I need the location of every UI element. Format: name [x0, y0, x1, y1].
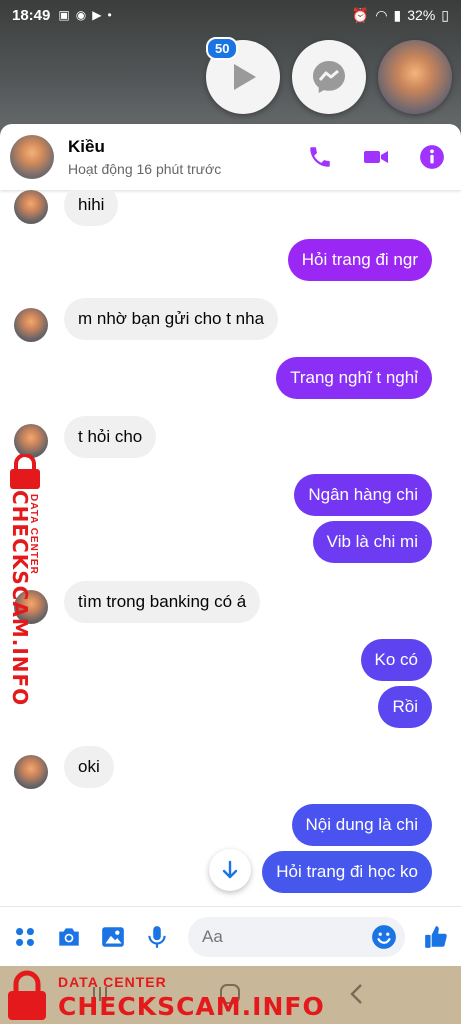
messenger-notification-icon: ◉	[75, 8, 87, 22]
emoji-button[interactable]	[371, 924, 397, 950]
outgoing-message[interactable]: Nội dung là chi	[291, 804, 432, 846]
status-bar: 18:49 ▣ ◉ ▶ • ⏰ ◠ ▮ 32% ▯	[0, 0, 461, 30]
incoming-message[interactable]: oki	[64, 746, 114, 788]
unread-badge: 50	[206, 37, 239, 60]
smiley-icon	[372, 924, 396, 949]
image-icon	[102, 926, 124, 947]
sender-avatar	[14, 190, 48, 224]
contact-status: Hoạt động 16 phút trước	[68, 161, 222, 177]
contact-avatar[interactable]	[10, 135, 54, 179]
camera-icon	[59, 927, 79, 946]
message-input-box	[188, 916, 405, 957]
lock-icon	[8, 970, 46, 1020]
more-notifications-icon: •	[107, 8, 112, 22]
four-dots-icon	[16, 927, 34, 946]
play-icon	[234, 64, 256, 90]
back-button[interactable]	[346, 982, 368, 1011]
more-actions-button[interactable]	[12, 924, 38, 950]
composer-bar	[0, 906, 461, 966]
status-time: 18:49	[12, 6, 51, 24]
wifi-icon: ◠	[375, 6, 388, 23]
sender-avatar	[14, 308, 48, 342]
outgoing-message[interactable]: Ko có	[360, 639, 432, 681]
outgoing-message[interactable]: Hỏi trang đi học ko	[262, 851, 432, 893]
battery-icon: ▯	[441, 6, 449, 23]
info-button[interactable]	[419, 144, 445, 170]
outgoing-message[interactable]: Vib là chi mi	[312, 521, 432, 563]
phone-icon	[310, 147, 330, 167]
gallery-notification-icon: ▣	[58, 8, 70, 22]
youtube-notification-icon: ▶	[92, 8, 102, 22]
outgoing-message[interactable]: Hỏi trang đi ngr	[287, 239, 432, 281]
conversation-header: Kiều Hoạt động 16 phút trước	[0, 124, 461, 190]
thumbs-up-icon	[425, 925, 447, 948]
outgoing-message[interactable]: Trang nghĩ t nghỉ	[276, 357, 432, 399]
video-call-button[interactable]	[363, 144, 389, 170]
contact-chat-head[interactable]	[378, 40, 452, 114]
incoming-message[interactable]: hihi	[64, 190, 119, 226]
watermark-bottom-title: CHECKSCAM.INFO	[58, 992, 325, 1021]
incoming-message[interactable]: t hỏi cho	[64, 416, 157, 458]
battery-percent: 32%	[407, 7, 436, 23]
watermark-bottom: DATA CENTER CHECKSCAM.INFO	[0, 966, 324, 1024]
like-button[interactable]	[423, 924, 449, 950]
watermark-bottom-subtitle: DATA CENTER	[58, 974, 167, 990]
watermark-side-subtitle: DATA CENTER	[28, 494, 39, 575]
messenger-icon	[313, 61, 345, 93]
incoming-message[interactable]: tìm trong banking có á	[64, 581, 261, 623]
video-camera-icon	[364, 151, 388, 163]
gallery-button[interactable]	[100, 924, 126, 950]
message-input[interactable]	[202, 926, 371, 947]
info-icon	[420, 145, 444, 169]
alarm-icon: ⏰	[351, 6, 370, 23]
microphone-icon	[148, 925, 166, 948]
incoming-message[interactable]: m nhờ bạn gửi cho t nha	[64, 298, 279, 340]
back-chevron-icon	[350, 984, 362, 1004]
messenger-chat-head[interactable]	[292, 40, 366, 114]
arrow-down-icon	[222, 860, 238, 879]
sender-avatar	[14, 755, 48, 789]
signal-icon: ▮	[393, 6, 402, 23]
voice-record-button[interactable]	[144, 924, 170, 950]
message-thread[interactable]: hihi Hỏi trang đi ngr m nhờ bạn gửi cho …	[0, 190, 461, 906]
watermark-side: CHECKSCAM.INFO DATA CENTER	[0, 450, 48, 706]
contact-name[interactable]: Kiều	[68, 137, 221, 157]
camera-button[interactable]	[56, 924, 82, 950]
scroll-to-bottom-button[interactable]	[209, 849, 251, 891]
voice-call-button[interactable]	[307, 144, 333, 170]
lock-icon	[10, 453, 40, 489]
outgoing-message[interactable]: Ngân hàng chi	[294, 474, 432, 516]
outgoing-message[interactable]: Rồi	[378, 686, 432, 728]
